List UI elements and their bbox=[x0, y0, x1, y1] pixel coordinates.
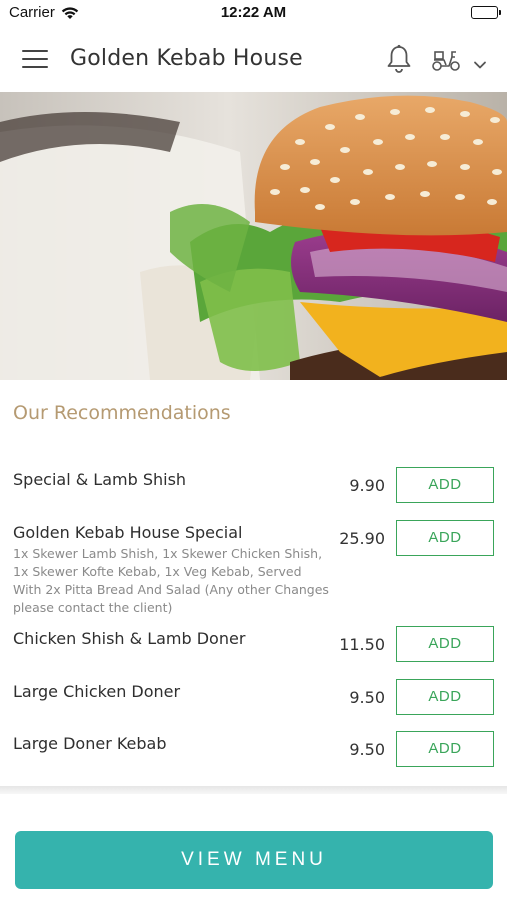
add-button[interactable]: ADD bbox=[396, 679, 494, 715]
chevron-down-icon[interactable] bbox=[473, 55, 487, 74]
add-button[interactable]: ADD bbox=[396, 467, 494, 503]
item-price: 9.50 bbox=[349, 688, 385, 707]
hero-banner-image bbox=[0, 92, 507, 380]
menu-icon[interactable] bbox=[22, 50, 48, 70]
scooter-icon[interactable] bbox=[431, 48, 461, 76]
add-button[interactable]: ADD bbox=[396, 731, 494, 767]
item-name: Large Chicken Doner bbox=[13, 682, 181, 701]
add-button[interactable]: ADD bbox=[396, 520, 494, 556]
status-time: 12:22 AM bbox=[220, 4, 287, 21]
bell-icon[interactable] bbox=[385, 44, 413, 78]
status-bar: Carrier 12:22 AM bbox=[0, 0, 507, 28]
nav-bar: Golden Kebab House bbox=[0, 28, 507, 92]
section-divider bbox=[0, 786, 507, 794]
recommendations-heading: Our Recommendations bbox=[13, 402, 231, 424]
item-description: 1x Skewer Lamb Shish, 1x Skewer Chicken … bbox=[13, 546, 329, 615]
item-name: Large Doner Kebab bbox=[13, 734, 167, 753]
item-price: 9.90 bbox=[349, 476, 385, 495]
item-price: 9.50 bbox=[349, 740, 385, 759]
battery-icon bbox=[471, 6, 501, 19]
item-name: Special & Lamb Shish bbox=[13, 470, 187, 489]
page-title: Golden Kebab House bbox=[70, 46, 303, 71]
item-name: Chicken Shish & Lamb Doner bbox=[13, 629, 246, 648]
view-menu-button[interactable]: VIEW MENU bbox=[15, 831, 493, 889]
add-button[interactable]: ADD bbox=[396, 626, 494, 662]
item-price: 11.50 bbox=[339, 635, 385, 654]
item-price: 25.90 bbox=[339, 529, 385, 548]
item-name: Golden Kebab House Special bbox=[13, 523, 243, 542]
